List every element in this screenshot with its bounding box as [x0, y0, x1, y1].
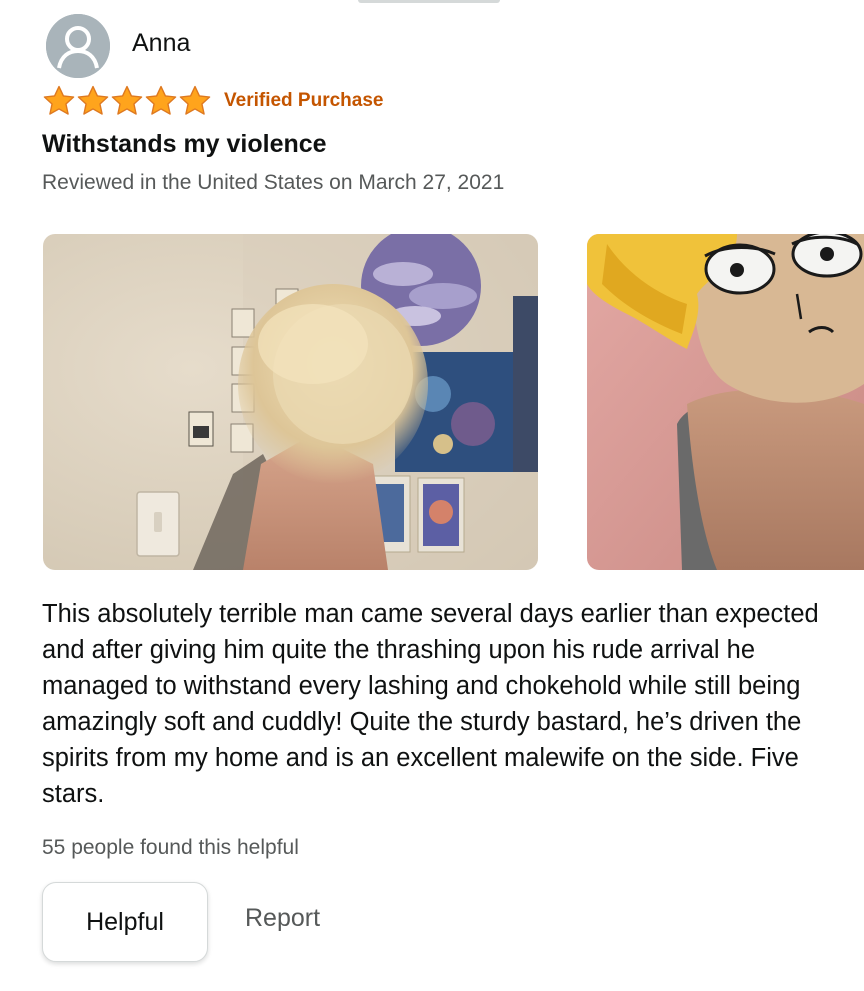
verified-purchase-badge[interactable]: Verified Purchase	[224, 90, 383, 112]
report-link[interactable]: Report	[245, 904, 320, 933]
star-filled-icon	[111, 85, 143, 115]
star-filled-icon	[145, 85, 177, 115]
star-filled-icon	[179, 85, 211, 115]
default-user-avatar-icon	[46, 14, 110, 78]
reviewer-name: Anna	[132, 28, 191, 57]
review-date: Reviewed in the United States on March 2…	[42, 171, 505, 194]
reviewer-profile[interactable]: Anna	[46, 14, 190, 78]
helpful-count: 55 people found this helpful	[42, 836, 299, 859]
review-title: Withstands my violence	[42, 130, 327, 158]
rating-row: Verified Purchase	[42, 84, 383, 118]
star-rating	[42, 84, 212, 118]
helpful-button[interactable]: Helpful	[42, 882, 208, 962]
review-body: This absolutely terrible man came severa…	[42, 600, 819, 808]
sheet-handle	[358, 0, 500, 3]
star-filled-icon	[43, 85, 75, 115]
review-photo-2[interactable]	[587, 234, 864, 570]
review-photo-1[interactable]	[43, 234, 538, 570]
star-filled-icon	[77, 85, 109, 115]
